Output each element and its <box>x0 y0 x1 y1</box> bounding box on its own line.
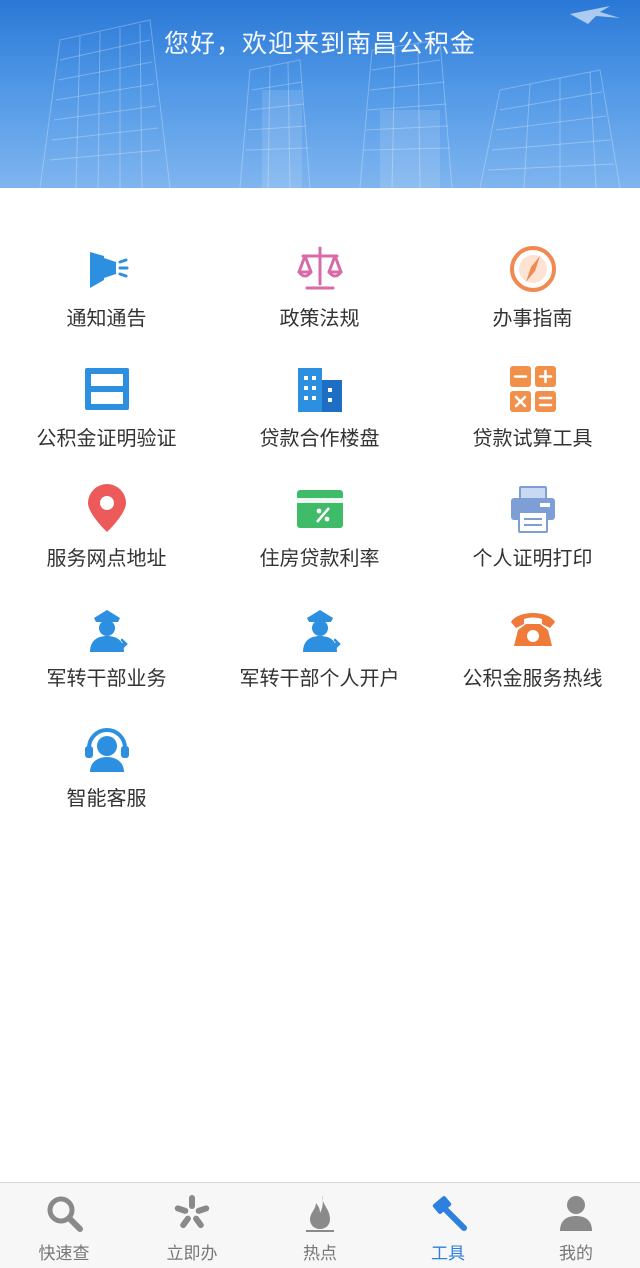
pinwheel-icon <box>170 1191 214 1235</box>
calculator-icon <box>506 364 560 414</box>
search-icon <box>42 1191 86 1235</box>
location-pin-icon <box>80 484 134 534</box>
service-branch-locations[interactable]: 服务网点地址 <box>0 428 213 570</box>
tab-label: 我的 <box>559 1244 593 1264</box>
tab-do-now[interactable]: 立即办 <box>128 1183 256 1268</box>
tab-tools[interactable]: 工具 <box>384 1183 512 1268</box>
headset-icon <box>80 724 134 774</box>
tab-label: 快速查 <box>38 1244 90 1264</box>
bottom-tab-bar: 快速查 立即办 热点 工具 我的 <box>0 1182 640 1268</box>
welcome-title: 您好，欢迎来到南昌公积金 <box>163 29 476 58</box>
tab-label: 工具 <box>431 1244 465 1264</box>
user-icon <box>554 1191 598 1235</box>
printer-icon <box>506 484 560 534</box>
service-hotline[interactable]: 公积金服务热线 <box>426 548 639 690</box>
service-certificate-print[interactable]: 个人证明打印 <box>426 428 639 570</box>
tab-mine[interactable]: 我的 <box>512 1183 640 1268</box>
header-banner: 您好，欢迎来到南昌公积金 <box>0 0 640 188</box>
service-guide[interactable]: 办事指南 <box>426 188 639 330</box>
officer-icon <box>293 604 347 654</box>
tab-label: 立即办 <box>166 1244 218 1264</box>
service-label: 智能客服 <box>66 786 147 810</box>
service-label: 军转干部个人开户 <box>239 666 400 690</box>
tab-hot-topics[interactable]: 热点 <box>256 1183 384 1268</box>
compass-icon <box>506 244 560 294</box>
megaphone-icon <box>80 244 134 294</box>
telephone-icon <box>506 604 560 654</box>
service-notices[interactable]: 通知通告 <box>0 188 213 330</box>
service-loan-rates[interactable]: 住房贷款利率 <box>213 428 426 570</box>
service-loan-calculator[interactable]: 贷款试算工具 <box>426 308 639 450</box>
scan-icon <box>80 364 134 414</box>
service-veteran-account[interactable]: 军转干部个人开户 <box>213 548 426 690</box>
service-smart-assistant[interactable]: 智能客服 <box>0 668 213 810</box>
building-icon <box>293 364 347 414</box>
scales-icon <box>293 244 347 294</box>
officer-icon <box>80 604 134 654</box>
hammer-icon <box>426 1191 470 1235</box>
service-label: 公积金服务热线 <box>462 666 603 690</box>
rate-card-icon <box>293 484 347 534</box>
service-regulations[interactable]: 政策法规 <box>213 188 426 330</box>
tab-label: 热点 <box>303 1244 337 1264</box>
service-partner-properties[interactable]: 贷款合作楼盘 <box>213 308 426 450</box>
tab-quick-query[interactable]: 快速查 <box>0 1183 128 1268</box>
flame-icon <box>298 1191 342 1235</box>
service-certificate-verify[interactable]: 公积金证明验证 <box>0 308 213 450</box>
service-veteran-business[interactable]: 军转干部业务 <box>0 548 213 690</box>
